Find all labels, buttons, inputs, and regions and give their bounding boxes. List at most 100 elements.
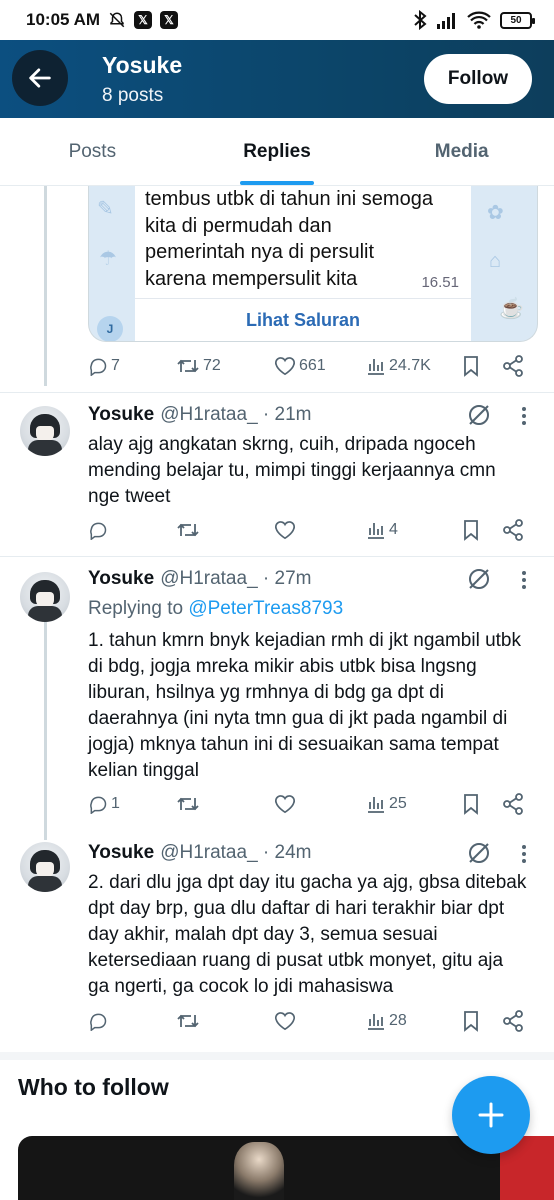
views-button[interactable]: 28: [366, 1011, 462, 1031]
tweet-text: 1. tahun kmrn bnyk kejadian rmh di jkt n…: [88, 630, 521, 781]
doodle-icon: ⌂: [489, 250, 502, 272]
lihat-saluran-link: Lihat Saluran: [135, 298, 471, 341]
status-bar: 10:05 AM 𝕏 𝕏 50: [0, 0, 554, 40]
follow-button[interactable]: Follow: [424, 54, 532, 104]
share-icon: [503, 793, 523, 815]
section-divider: [0, 1052, 554, 1060]
divider: [0, 556, 554, 557]
arrow-left-icon: [29, 68, 51, 88]
reply-button[interactable]: 1: [88, 794, 176, 814]
views-icon: [368, 1014, 384, 1030]
profile-name: Yosuke: [102, 52, 183, 78]
bookmark-button[interactable]: [462, 519, 502, 541]
thread-connector: [44, 186, 47, 386]
bookmark-icon: [464, 1011, 478, 1032]
reply-button[interactable]: 7: [88, 356, 176, 376]
x-app-icon: 𝕏: [134, 11, 153, 29]
bookmark-icon: [464, 520, 478, 541]
tweet-author-name[interactable]: Yosuke: [88, 568, 154, 590]
reply-icon: [90, 1013, 107, 1031]
status-time: 10:05 AM: [26, 10, 101, 29]
compose-button[interactable]: [452, 1076, 530, 1154]
views-button[interactable]: 4: [366, 520, 462, 540]
repost-icon: [177, 797, 199, 811]
bookmark-icon: [464, 356, 478, 377]
active-tab-indicator: [240, 181, 314, 185]
views-button[interactable]: 24.7K: [366, 356, 462, 376]
heart-icon: [275, 795, 295, 814]
avatar[interactable]: [20, 842, 70, 892]
avatar[interactable]: [20, 572, 70, 622]
chat-message-time: 16.51: [421, 274, 459, 291]
share-icon: [503, 355, 523, 377]
tweet-handle-time: @H1rataa_ · 24m: [160, 842, 312, 863]
mention-link[interactable]: @PeterTreas8793: [188, 598, 343, 619]
reply-button[interactable]: [88, 520, 176, 540]
channel-avatar: J: [97, 316, 123, 341]
doodle-icon: ✿: [487, 202, 504, 224]
battery-indicator: 50: [500, 11, 535, 29]
tab-posts[interactable]: Posts: [0, 118, 185, 185]
views-button[interactable]: 25: [366, 794, 462, 814]
replying-to: Replying to @PeterTreas8793: [88, 598, 344, 619]
share-button[interactable]: [502, 519, 524, 541]
tweet-handle-time: @H1rataa_ · 27m: [160, 568, 312, 589]
suggested-account-banner[interactable]: [18, 1136, 538, 1200]
tweet-actions: 4: [88, 515, 536, 545]
thread-connector: [44, 620, 47, 840]
who-to-follow-title: Who to follow: [18, 1074, 169, 1100]
posts-count: 8 posts: [102, 85, 164, 106]
doodle-icon: ☕: [499, 298, 524, 320]
repost-icon: [177, 1014, 199, 1028]
avatar[interactable]: [20, 406, 70, 456]
share-icon: [503, 519, 523, 541]
tab-replies[interactable]: Replies: [185, 118, 370, 185]
repost-button[interactable]: 72: [176, 356, 274, 376]
views-icon: [368, 359, 384, 375]
repost-icon: [177, 523, 199, 537]
share-button[interactable]: [502, 793, 524, 815]
share-icon: [503, 1010, 523, 1032]
bookmark-button[interactable]: [462, 1010, 502, 1032]
grok-icon[interactable]: [466, 402, 492, 433]
bookmark-button[interactable]: [462, 355, 502, 377]
share-button[interactable]: [502, 1010, 524, 1032]
tweet-author-name[interactable]: Yosuke: [88, 404, 154, 426]
more-options-icon[interactable]: [520, 844, 528, 869]
media-image[interactable]: ✎ ☂ ✿ ⌂ ☕ tembus utbk di tahun ini semog…: [88, 186, 538, 342]
tab-media[interactable]: Media: [369, 118, 554, 185]
share-button[interactable]: [502, 355, 524, 377]
profile-tabs: Posts Replies Media: [0, 118, 554, 186]
repost-icon: [177, 359, 199, 373]
grok-icon[interactable]: [466, 840, 492, 871]
reply-icon: [90, 522, 107, 540]
tweet-text: alay ajg angkatan skrng, cuih, dripada n…: [88, 434, 496, 507]
heart-icon: [275, 357, 295, 376]
bookmark-icon: [464, 794, 478, 815]
bluetooth-icon: [413, 10, 427, 30]
doodle-icon: ☂: [99, 248, 117, 270]
tweet-actions: 28: [88, 1006, 536, 1036]
bookmark-button[interactable]: [462, 793, 502, 815]
wifi-icon: [467, 11, 491, 29]
like-button[interactable]: 661: [274, 356, 366, 376]
like-button[interactable]: [274, 1011, 366, 1031]
x-app-icon: 𝕏: [160, 11, 179, 29]
more-options-icon[interactable]: [520, 570, 528, 595]
repost-button[interactable]: [176, 1011, 274, 1031]
views-icon: [368, 797, 384, 813]
repost-button[interactable]: [176, 520, 274, 540]
tweet-handle-time: @H1rataa_ · 21m: [160, 404, 312, 425]
repost-button[interactable]: [176, 794, 274, 814]
banner-photo: [234, 1142, 284, 1200]
grok-icon[interactable]: [466, 566, 492, 597]
silent-icon: [108, 11, 126, 29]
more-options-icon[interactable]: [520, 406, 528, 431]
tweet-author-name[interactable]: Yosuke: [88, 842, 154, 864]
like-button[interactable]: [274, 794, 366, 814]
like-button[interactable]: [274, 520, 366, 540]
reply-button[interactable]: [88, 1011, 176, 1031]
signal-icon: [436, 11, 458, 29]
back-button[interactable]: [12, 50, 68, 106]
profile-header: Yosuke 8 posts Follow: [0, 40, 554, 118]
